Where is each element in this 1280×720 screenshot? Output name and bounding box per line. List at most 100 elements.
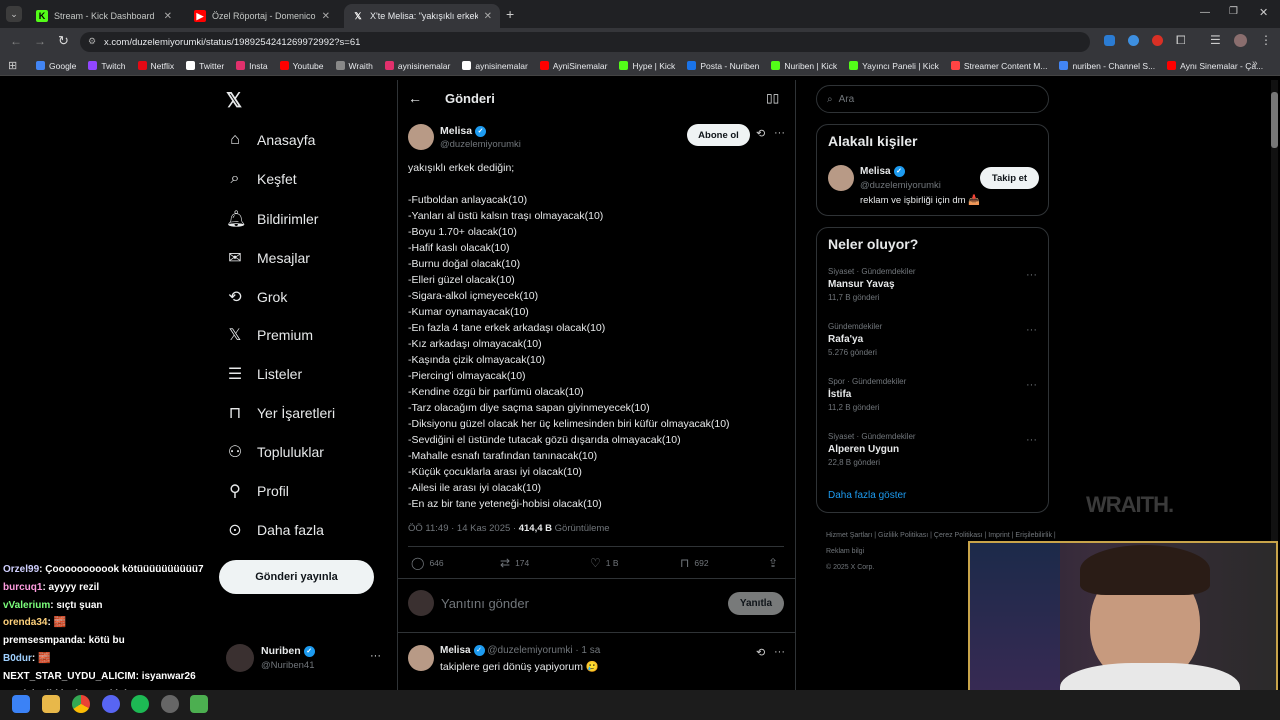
close-tab-icon[interactable]: ✕ [484, 11, 492, 22]
close-tab-icon[interactable]: ✕ [322, 11, 330, 22]
bookmark-item[interactable]: Wraith [335, 61, 373, 71]
grok-icon[interactable]: ⟲ [756, 646, 765, 659]
bookmark-item[interactable]: Posta - Nuriben [687, 61, 759, 71]
url-field[interactable]: ⚙ x.com/duzelemiyorumki/status/198925424… [80, 32, 1090, 52]
footer-link[interactable]: Gizlilik Politikası [878, 532, 928, 539]
chrome-icon[interactable] [72, 695, 90, 713]
new-tab-icon[interactable]: + [506, 6, 514, 22]
bookmark-item[interactable]: Nuriben | Kick [771, 61, 837, 71]
nav-item-topluluklar[interactable]: ⚇ Topluluklar [226, 442, 324, 462]
nav-item-daha-fazla[interactable]: ⊙ Daha fazla [226, 520, 324, 540]
trend-item[interactable]: Spor · Gündemdekiler İstifa 11,2 B gönderi [828, 377, 906, 412]
nav-item-mesajlar[interactable]: ✉ Mesajlar [226, 248, 310, 268]
scrollbar-thumb[interactable] [1271, 92, 1278, 148]
nav-item-listeler[interactable]: ☰ Listeler [226, 364, 302, 384]
tab-search-button[interactable]: ⌄ [6, 6, 22, 22]
bookmark-item[interactable]: Aynı Sinemalar - Ça... [1167, 61, 1263, 71]
reply-input[interactable]: Yanıtını gönder [441, 596, 529, 611]
reply-action[interactable]: ◯ 646 [411, 556, 444, 570]
browser-tab-kick[interactable]: K Stream - Kick Dashboard ✕ [28, 4, 180, 28]
minimize-icon[interactable]: — [1200, 7, 1210, 18]
nav-item-bildirimler[interactable]: 🔔︎ Bildirimler [226, 209, 318, 229]
back-icon[interactable]: ← [10, 34, 22, 48]
bookmark-item[interactable]: Insta [236, 61, 268, 71]
nav-item-grok[interactable]: ⟲ Grok [226, 287, 287, 307]
discord-icon[interactable] [102, 695, 120, 713]
tweet-more-icon[interactable]: ··· [774, 127, 785, 139]
trend-more-icon[interactable]: ··· [1026, 324, 1037, 336]
extension-globe-icon[interactable] [1128, 35, 1139, 46]
spotify-icon[interactable] [131, 695, 149, 713]
related-name[interactable]: Melisa ✓ [860, 166, 905, 177]
reply-more-icon[interactable]: ··· [774, 646, 785, 658]
bookmark-item[interactable]: Hype | Kick [619, 61, 675, 71]
grok-icon[interactable]: ⟲ [756, 127, 765, 140]
subscribe-button[interactable]: Abone ol [687, 124, 750, 146]
more-bookmarks-icon[interactable]: » [1252, 58, 1258, 69]
obs-icon[interactable] [161, 695, 179, 713]
post-button[interactable]: Gönderi yayınla [219, 560, 374, 594]
x-logo-icon[interactable]: 𝕏 [226, 88, 242, 113]
bookmark-item[interactable]: Yayıncı Paneli | Kick [849, 61, 939, 71]
bookmark-item[interactable]: nuriben - Channel S... [1059, 61, 1155, 71]
trend-item[interactable]: Siyaset · Gündemdekiler Alperen Uygun 22,8… [828, 432, 916, 467]
trend-item[interactable]: Siyaset · Gündemdekiler Mansur Yavaş 11,7 … [828, 267, 916, 302]
site-info-icon[interactable]: ⚙ [88, 36, 96, 47]
browser-tab-youtube[interactable]: ▶ Özel Röportaj - Domenico Tede ✕ [186, 4, 338, 28]
bookmark-item[interactable]: Youtube [279, 61, 324, 71]
author-name[interactable]: Melisa ✓ [440, 125, 487, 137]
footer-link[interactable]: Erişilebilirlik [1015, 532, 1052, 539]
author-avatar[interactable] [408, 124, 434, 150]
account-avatar[interactable] [226, 644, 254, 672]
reply-author-avatar[interactable] [408, 645, 434, 671]
media-icon[interactable]: ☰ [1210, 33, 1221, 47]
retweet-action[interactable]: ⇄ 174 [500, 556, 529, 570]
bookmark-item[interactable]: aynisinemalar [462, 61, 528, 71]
like-action[interactable]: ♡ 1 B [590, 556, 619, 570]
bookmark-item[interactable]: Streamer Content M... [950, 61, 1047, 71]
extensions-puzzle-icon[interactable]: ⧠ [1176, 33, 1186, 48]
close-window-icon[interactable]: ✕ [1259, 6, 1268, 19]
footer-link[interactable]: Imprint [988, 532, 1009, 539]
windows-start-icon[interactable] [12, 695, 30, 713]
extension-shield-icon[interactable] [1104, 35, 1115, 46]
browser-tab-x[interactable]: 𝕏 X'te Melisa: "yakışıklı erkek dedi ✕ [344, 4, 500, 28]
trend-more-icon[interactable]: ··· [1026, 434, 1037, 446]
author-handle[interactable]: @duzelemiyorumki [440, 139, 521, 150]
file-explorer-icon[interactable] [42, 695, 60, 713]
app-icon[interactable] [190, 695, 208, 713]
nav-item-premium[interactable]: 𝕏 Premium [226, 325, 313, 345]
reply-author[interactable]: Melisa [440, 645, 471, 656]
profile-avatar-icon[interactable] [1234, 34, 1247, 47]
search-field[interactable]: ⌕ Ara [816, 85, 1049, 113]
bookmark-action[interactable]: ⊓ 692 [680, 556, 709, 570]
nav-item-profil[interactable]: ⚲ Profil [226, 481, 289, 501]
back-arrow-icon[interactable]: ← [408, 90, 422, 106]
reader-mode-icon[interactable]: ▯▯ [766, 91, 779, 105]
footer-link[interactable]: Çerez Politikası [934, 532, 983, 539]
nav-item-keşfet[interactable]: ⌕ Keşfet [226, 170, 297, 188]
menu-kebab-icon[interactable]: ⋮ [1260, 33, 1272, 47]
bookmark-item[interactable]: Google [36, 61, 76, 71]
account-more-icon[interactable]: ··· [370, 650, 381, 662]
close-tab-icon[interactable]: ✕ [164, 11, 172, 22]
reply-button[interactable]: Yanıtla [728, 592, 784, 615]
trend-more-icon[interactable]: ··· [1026, 379, 1037, 391]
bookmark-item[interactable]: AyniSinemalar [539, 61, 607, 71]
bookmark-item[interactable]: Netflix [137, 61, 174, 71]
show-more-link[interactable]: Daha fazla göster [828, 490, 906, 501]
nav-item-anasayfa[interactable]: ⌂ Anasayfa [226, 131, 315, 149]
trend-item[interactable]: Gündemdekiler Rafa'ya 5.276 gönderi [828, 322, 882, 357]
extension-record-icon[interactable] [1152, 35, 1163, 46]
bookmark-item[interactable]: Twitch [88, 61, 126, 71]
trend-more-icon[interactable]: ··· [1026, 269, 1037, 281]
forward-icon[interactable]: → [34, 34, 46, 48]
footer-link[interactable]: Hizmet Şartları [826, 532, 872, 539]
bookmark-item[interactable]: Twitter [186, 61, 224, 71]
share-icon[interactable]: ⇪ [768, 556, 783, 570]
nav-item-yer-i̇şaretleri[interactable]: ⊓ Yer İşaretleri [226, 403, 335, 423]
related-avatar[interactable] [828, 165, 854, 191]
apps-grid-icon[interactable]: ⊞ [8, 59, 17, 72]
follow-button[interactable]: Takip et [980, 167, 1039, 189]
footer-link[interactable]: Reklam bilgi [826, 548, 864, 555]
